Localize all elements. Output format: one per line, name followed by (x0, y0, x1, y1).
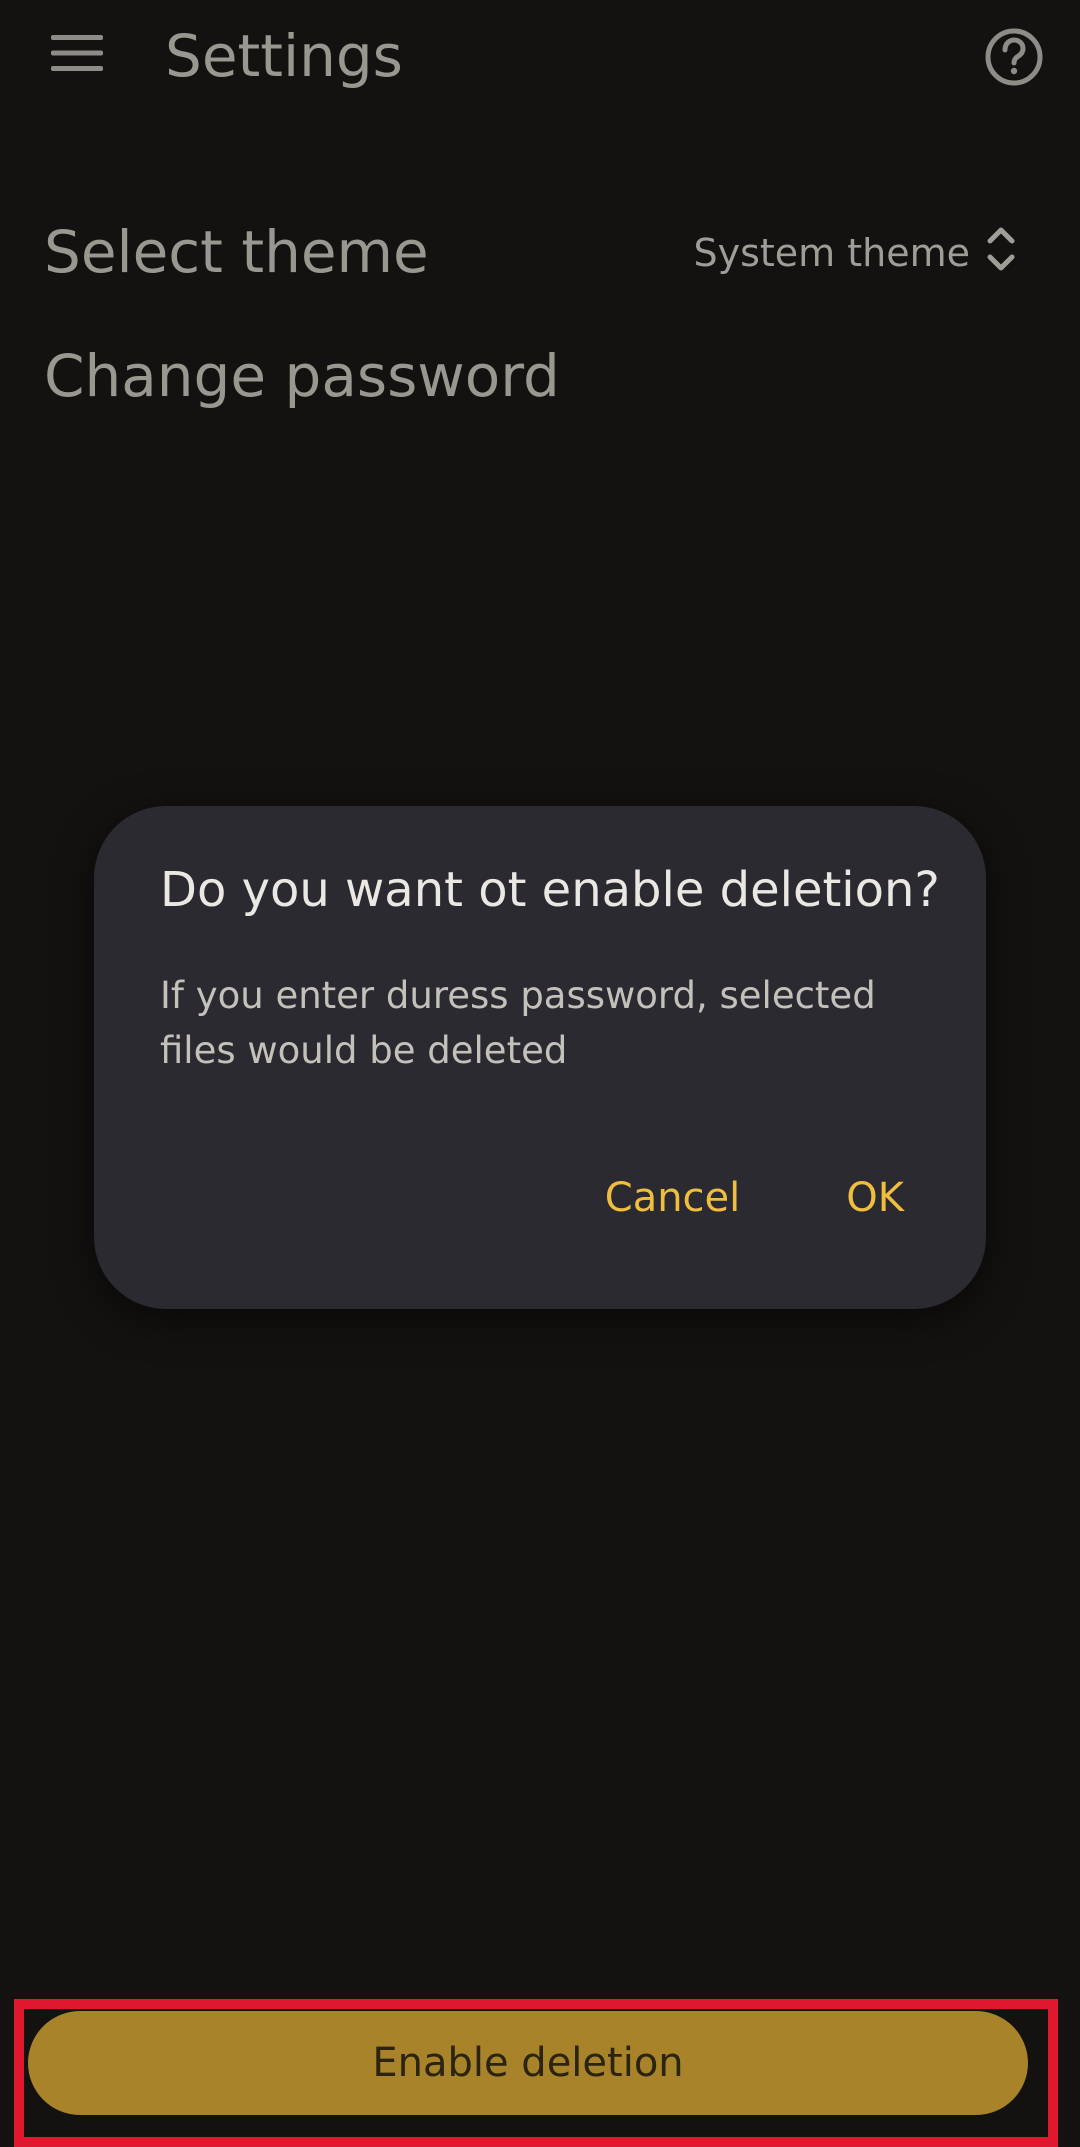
select-theme-label[interactable]: Select theme (44, 216, 429, 288)
theme-selector[interactable]: System theme (693, 222, 1016, 284)
help-circle-icon (984, 27, 1044, 91)
ok-button[interactable]: OK (824, 1166, 926, 1230)
help-button[interactable] (978, 23, 1050, 95)
menu-button[interactable] (40, 22, 114, 88)
change-password-item[interactable]: Change password (44, 340, 560, 412)
unfold-chevrons-icon (986, 223, 1016, 284)
confirm-dialog: Do you want ot enable deletion? If you e… (94, 806, 986, 1309)
dialog-actions: Cancel OK (583, 1166, 926, 1230)
theme-value: System theme (693, 231, 970, 275)
dialog-title: Do you want ot enable deletion? (160, 862, 940, 918)
enable-deletion-button[interactable]: Enable deletion (28, 2011, 1028, 2115)
dialog-message: If you enter duress password, selected f… (160, 974, 876, 1072)
page-title: Settings (165, 22, 403, 90)
cancel-button[interactable]: Cancel (583, 1166, 763, 1230)
hamburger-menu-icon (49, 31, 105, 79)
